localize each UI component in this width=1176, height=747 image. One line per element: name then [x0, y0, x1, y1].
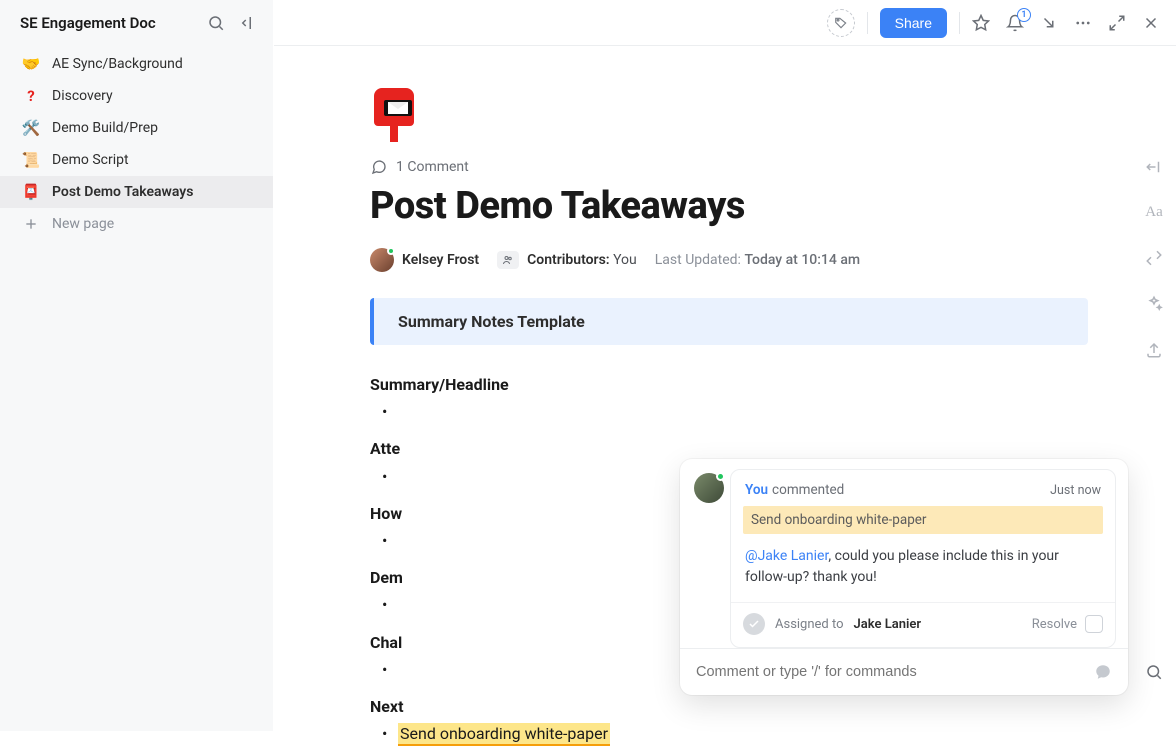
sidebar-header: SE Engagement Doc — [0, 0, 273, 42]
sidebar-item-post-demo[interactable]: 📮 Post Demo Takeaways — [0, 176, 273, 208]
comment-quote: Send onboarding white-paper — [743, 506, 1103, 534]
sidebar-item-label: Demo Build/Prep — [52, 120, 158, 136]
comment-body: @Jake Lanier, could you please include t… — [731, 546, 1115, 602]
callout-text: Summary Notes Template — [398, 312, 1064, 331]
right-rail: Aa — [1132, 46, 1176, 731]
page-meta: Kelsey Frost Contributors: You Last Upda… — [370, 248, 1132, 272]
resolve-checkbox[interactable] — [1085, 615, 1103, 633]
assigned-to-label: Assigned to — [775, 617, 844, 632]
comment-count[interactable]: 1 Comment — [370, 158, 1132, 176]
width-icon[interactable] — [1145, 158, 1163, 176]
sidebar-item-demo-build[interactable]: 🛠️ Demo Build/Prep — [0, 112, 273, 144]
check-circle-icon[interactable] — [743, 613, 765, 635]
section-heading: Summary/Headline — [370, 371, 1088, 398]
share-button[interactable]: Share — [880, 8, 947, 38]
sidebar: SE Engagement Doc 🤝 AE Sync/Background ? D… — [0, 0, 274, 731]
main-content: 1 Comment Post Demo Takeaways Kelsey Fro… — [274, 46, 1132, 731]
resolve-label[interactable]: Resolve — [1032, 617, 1077, 632]
sidebar-item-label: AE Sync/Background — [52, 56, 183, 72]
postbox-icon: 📮 — [22, 183, 40, 201]
contributors-value[interactable]: You — [613, 252, 637, 268]
bullet-empty[interactable] — [370, 398, 1088, 425]
sidebar-page-list: 🤝 AE Sync/Background ? Discovery 🛠️ Demo Bu… — [0, 42, 273, 240]
expand-icon[interactable] — [1108, 14, 1126, 32]
star-icon[interactable] — [972, 14, 990, 32]
collapse-sidebar-icon[interactable] — [239, 14, 257, 32]
comment-icon — [370, 158, 388, 176]
comment-popover: Youcommented Just now Send onboarding wh… — [680, 459, 1128, 695]
reply-row — [680, 648, 1128, 695]
sidebar-item-demo-script[interactable]: 📜 Demo Script — [0, 144, 273, 176]
highlighted-text: Send onboarding white-paper — [398, 723, 610, 746]
comment-thread: Youcommented Just now Send onboarding wh… — [730, 469, 1116, 648]
handshake-icon: 🤝 — [22, 55, 40, 73]
callout-block[interactable]: Summary Notes Template — [370, 298, 1088, 345]
more-icon[interactable] — [1074, 14, 1092, 32]
page-emoji-postbox[interactable] — [370, 86, 424, 144]
comment-author[interactable]: You — [745, 482, 768, 498]
sidebar-item-label: Discovery — [52, 88, 113, 104]
bullet-next[interactable]: Send onboarding white-paper — [370, 720, 1088, 747]
doc-title[interactable]: SE Engagement Doc — [20, 14, 207, 32]
reply-input[interactable] — [696, 664, 1036, 680]
last-updated-value: Today at 10:14 am — [744, 252, 860, 268]
mention[interactable]: @Jake Lanier — [745, 548, 828, 564]
comment-count-text: 1 Comment — [396, 159, 469, 175]
divider — [867, 12, 868, 34]
ai-icon[interactable] — [1145, 295, 1163, 313]
send-icon[interactable] — [1094, 663, 1112, 681]
find-icon[interactable] — [1145, 663, 1163, 681]
sidebar-item-label: Demo Script — [52, 152, 129, 168]
search-icon[interactable] — [207, 14, 225, 32]
sidebar-item-label: Post Demo Takeaways — [52, 184, 193, 200]
page-title[interactable]: Post Demo Takeaways — [370, 184, 1132, 228]
sidebar-item-discovery[interactable]: ? Discovery — [0, 80, 273, 112]
typography-icon[interactable]: Aa — [1145, 204, 1163, 221]
plus-icon — [22, 215, 40, 233]
section-heading: Next — [370, 693, 1088, 720]
owner-name[interactable]: Kelsey Frost — [402, 252, 479, 268]
commenter-avatar[interactable] — [694, 473, 724, 503]
tag-button[interactable] — [827, 9, 855, 37]
assign-row: Assigned to Jake Lanier Resolve — [731, 602, 1115, 647]
comment-action: commented — [772, 482, 844, 498]
download-icon[interactable] — [1040, 14, 1058, 32]
export-icon[interactable] — [1145, 341, 1163, 359]
convert-icon[interactable] — [1145, 249, 1163, 267]
topbar: Share 1 — [274, 0, 1176, 46]
last-updated-label: Last Updated: — [655, 252, 741, 268]
contributors-label: Contributors: — [527, 252, 609, 268]
question-icon: ? — [22, 87, 40, 105]
notifications-icon[interactable]: 1 — [1006, 14, 1024, 32]
sidebar-item-ae-sync[interactable]: 🤝 AE Sync/Background — [0, 48, 273, 80]
assignee-name[interactable]: Jake Lanier — [854, 617, 922, 632]
divider — [959, 12, 960, 34]
new-page-label: New page — [52, 216, 114, 232]
tools-icon: 🛠️ — [22, 119, 40, 137]
scroll-icon: 📜 — [22, 151, 40, 169]
new-page-button[interactable]: New page — [0, 208, 273, 240]
owner-avatar[interactable] — [370, 248, 394, 272]
contributors-icon — [497, 251, 519, 269]
notif-badge: 1 — [1017, 8, 1031, 22]
comment-time: Just now — [1050, 483, 1101, 498]
close-icon[interactable] — [1142, 14, 1160, 32]
